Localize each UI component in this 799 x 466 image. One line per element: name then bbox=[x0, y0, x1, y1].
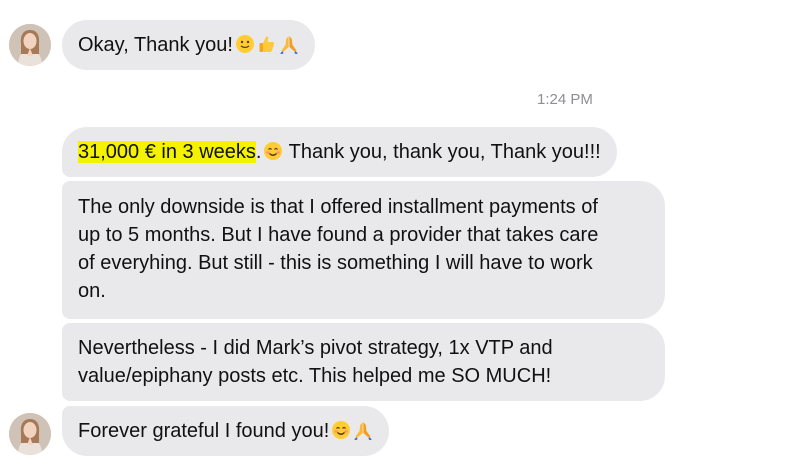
highlighted-text: 31,000 € in 3 weeks bbox=[78, 141, 256, 163]
message-text: Okay, Thank you! bbox=[78, 34, 233, 56]
message-text: Forever grateful I found you! bbox=[78, 420, 330, 442]
message-line: of everyhing. But still - this is someth… bbox=[78, 252, 593, 274]
message-bubble[interactable]: Forever grateful I found you! bbox=[62, 406, 390, 456]
message-bubble[interactable]: 31,000 € in 3 weeks. Thank you, thank yo… bbox=[62, 127, 617, 177]
message-line: Nevertheless - I did Mark’s pivot strate… bbox=[78, 337, 553, 359]
message-line: value/epiphany posts etc. This helped me… bbox=[78, 365, 552, 387]
message-line: The only downside is that I offered inst… bbox=[78, 196, 598, 218]
timestamp: 1:24 PM bbox=[537, 91, 593, 108]
thumbs-up-icon bbox=[257, 34, 277, 54]
smiling-face-with-smiling-eyes-icon bbox=[263, 141, 283, 161]
message-line: up to 5 months. But I have found a provi… bbox=[78, 224, 599, 246]
message-bubble[interactable]: Okay, Thank you! bbox=[62, 20, 315, 70]
message-text: . bbox=[255, 141, 262, 163]
message-bubble[interactable]: The only downside is that I offered inst… bbox=[62, 181, 665, 319]
folded-hands-icon bbox=[279, 34, 299, 54]
sender-avatar[interactable] bbox=[9, 413, 51, 455]
sender-avatar[interactable] bbox=[9, 24, 51, 66]
smiling-face-with-smiling-eyes-icon bbox=[331, 420, 351, 440]
message-bubble[interactable]: Nevertheless - I did Mark’s pivot strate… bbox=[62, 323, 665, 401]
message-line: on. bbox=[78, 280, 106, 302]
slightly-smiling-face-icon bbox=[235, 34, 255, 54]
message-text: Thank you, thank you, Thank you!!! bbox=[283, 141, 601, 163]
folded-hands-icon bbox=[353, 420, 373, 440]
chat-window: Okay, Thank you! 1:24 PM 31,000 € in 3 w… bbox=[0, 0, 799, 466]
